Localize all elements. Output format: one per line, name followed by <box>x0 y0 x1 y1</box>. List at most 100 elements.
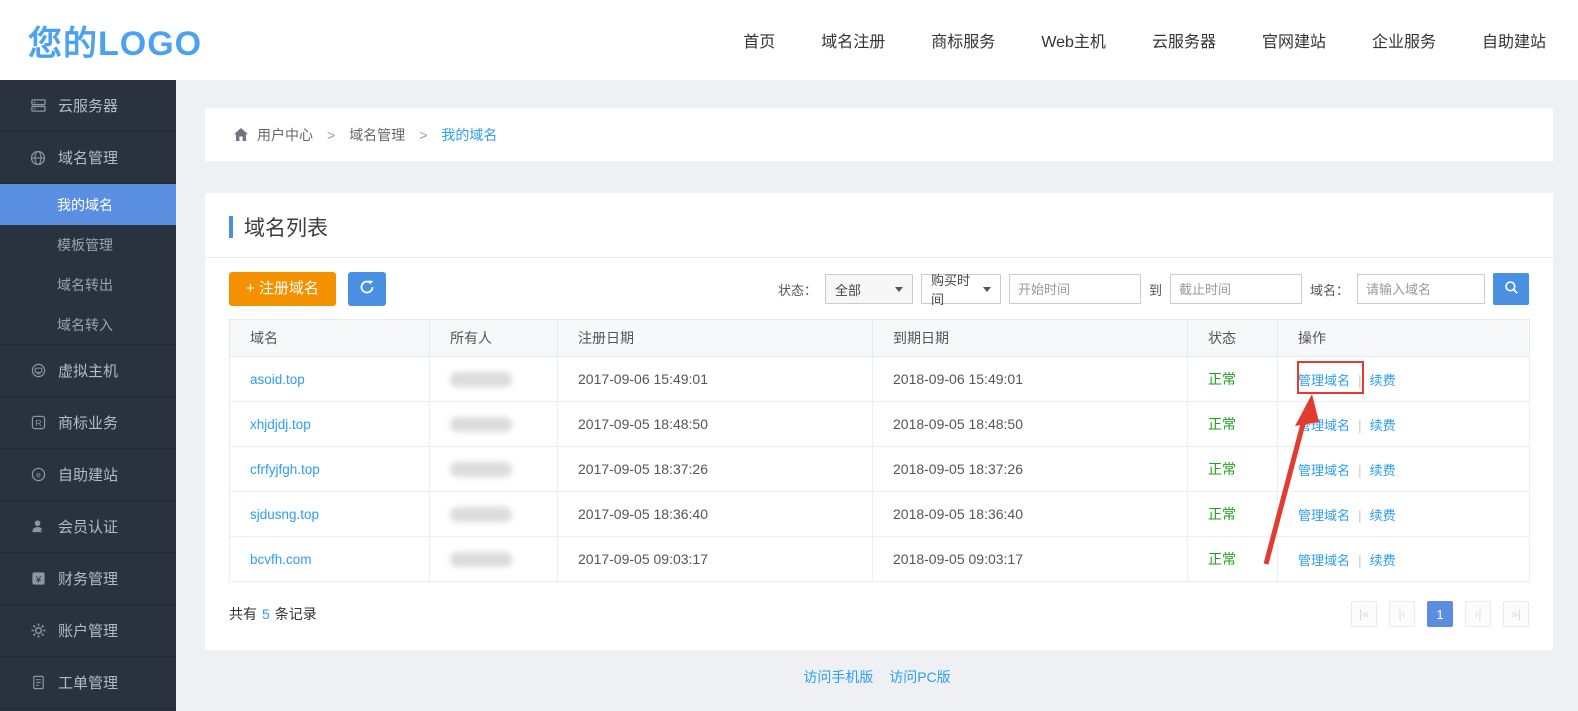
owner-redacted <box>450 507 512 522</box>
owner-redacted <box>450 417 512 432</box>
manage-domain-link[interactable]: 管理域名 <box>1298 418 1350 433</box>
card-title-row: 域名列表 <box>205 193 1553 258</box>
manage-domain-link[interactable]: 管理域名 <box>1298 373 1350 388</box>
pc-version-link[interactable]: 访问PC版 <box>889 669 950 685</box>
sidebar-item-virtual-host[interactable]: 虚拟主机 <box>0 345 176 397</box>
status-select[interactable]: 全部 <box>825 274 913 304</box>
col-header-actions: 操作 <box>1278 320 1530 357</box>
record-count: 5 <box>262 606 270 622</box>
person-check-icon <box>30 519 46 535</box>
search-button[interactable] <box>1493 273 1529 305</box>
nav-item-cloud-server[interactable]: 云服务器 <box>1152 28 1216 52</box>
sidebar-item-domain-management[interactable]: 域名管理 <box>0 132 176 184</box>
pagination: |« |‹ 1 ›| »| <box>1351 601 1529 627</box>
renew-link[interactable]: 续费 <box>1370 418 1396 433</box>
page-number-button[interactable]: 1 <box>1427 601 1453 627</box>
toolbar-left: + 注册域名 <box>229 272 386 306</box>
sidebar-item-member-auth[interactable]: 会员认证 <box>0 501 176 553</box>
host-icon <box>30 363 46 379</box>
svg-text:e: e <box>36 470 41 480</box>
domain-link[interactable]: cfrfyjfgh.top <box>250 462 320 477</box>
status-badge: 正常 <box>1208 461 1236 477</box>
manage-domain-link[interactable]: 管理域名 <box>1298 463 1350 478</box>
domain-link[interactable]: bcvfh.com <box>250 552 312 567</box>
sidebar-item-label: 虚拟主机 <box>58 360 118 381</box>
nav-item-home[interactable]: 首页 <box>743 28 775 52</box>
renew-link[interactable]: 续费 <box>1370 463 1396 478</box>
sidebar-item-cloud-server[interactable]: 云服务器 <box>0 80 176 132</box>
manage-domain-link[interactable]: 管理域名 <box>1298 553 1350 568</box>
register-date: 2017-09-05 18:37:26 <box>558 447 873 492</box>
time-type-select[interactable]: 购买时间 <box>921 274 1001 304</box>
home-icon <box>233 127 249 142</box>
table-row: xhjdjdj.top 2017-09-05 18:48:50 2018-09-… <box>230 402 1530 447</box>
sidebar-item-trademark[interactable]: R 商标业务 <box>0 397 176 449</box>
svg-text:¥: ¥ <box>34 574 41 584</box>
next-page-button[interactable]: ›| <box>1465 601 1491 627</box>
nav-item-domain-register[interactable]: 域名注册 <box>821 28 885 52</box>
expire-date: 2018-09-05 09:03:17 <box>873 537 1188 582</box>
renew-link[interactable]: 续费 <box>1370 508 1396 523</box>
breadcrumb-my-domains[interactable]: 我的域名 <box>441 125 497 145</box>
page-title: 域名列表 <box>244 212 328 242</box>
col-header-owner: 所有人 <box>430 320 558 357</box>
sidebar: 云服务器 域名管理 我的域名 模板管理 域名转出 域名转入 虚拟主机 R 商标业… <box>0 80 176 711</box>
nav-item-web-hosting[interactable]: Web主机 <box>1041 28 1106 52</box>
sidebar-item-finance[interactable]: ¥ 财务管理 <box>0 553 176 605</box>
mobile-version-link[interactable]: 访问手机版 <box>803 669 873 685</box>
sidebar-subitem-domain-transfer-in[interactable]: 域名转入 <box>0 305 176 345</box>
col-header-register-date: 注册日期 <box>558 320 873 357</box>
svg-text:R: R <box>35 418 41 428</box>
nav-item-self-sitebuilder[interactable]: 自助建站 <box>1482 28 1546 52</box>
sidebar-item-account[interactable]: 账户管理 <box>0 605 176 657</box>
domain-link[interactable]: sjdusng.top <box>250 507 319 522</box>
domain-link[interactable]: xhjdjdj.top <box>250 417 311 432</box>
end-time-input[interactable] <box>1170 274 1302 304</box>
search-icon <box>1504 280 1519 298</box>
first-page-button[interactable]: |« <box>1351 601 1377 627</box>
renew-link[interactable]: 续费 <box>1370 373 1396 388</box>
col-header-status: 状态 <box>1188 320 1278 357</box>
renew-link[interactable]: 续费 <box>1370 553 1396 568</box>
sidebar-subitem-label: 我的域名 <box>57 195 113 215</box>
table-row: sjdusng.top 2017-09-05 18:36:40 2018-09-… <box>230 492 1530 537</box>
sidebar-subitem-my-domains[interactable]: 我的域名 <box>0 184 176 225</box>
owner-redacted <box>450 372 512 387</box>
breadcrumb-domain-management[interactable]: 域名管理 <box>349 125 405 145</box>
title-accent-bar <box>229 216 233 238</box>
status-badge: 正常 <box>1208 416 1236 432</box>
nav-item-enterprise-service[interactable]: 企业服务 <box>1372 28 1436 52</box>
chevron-down-icon <box>895 287 903 292</box>
status-select-value: 全部 <box>835 280 861 299</box>
nav-item-website-building[interactable]: 官网建站 <box>1262 28 1326 52</box>
sidebar-subitem-domain-transfer-out[interactable]: 域名转出 <box>0 265 176 305</box>
prev-page-button[interactable]: |‹ <box>1389 601 1415 627</box>
manage-domain-link[interactable]: 管理域名 <box>1298 508 1350 523</box>
to-label: 到 <box>1149 280 1162 299</box>
sidebar-item-label: 云服务器 <box>58 95 118 116</box>
filter-bar: 状态： 全部 购买时间 到 域名： <box>778 273 1529 305</box>
last-page-button[interactable]: »| <box>1503 601 1529 627</box>
status-filter-label: 状态： <box>778 280 817 299</box>
col-header-expire-date: 到期日期 <box>873 320 1188 357</box>
domain-link[interactable]: asoid.top <box>250 372 305 387</box>
time-type-select-value: 购买时间 <box>931 270 977 308</box>
domain-search-input[interactable] <box>1357 274 1485 304</box>
start-time-input[interactable] <box>1009 274 1141 304</box>
expire-date: 2018-09-05 18:37:26 <box>873 447 1188 492</box>
sidebar-item-sitebuilder[interactable]: e 自助建站 <box>0 449 176 501</box>
sidebar-item-work-order[interactable]: 工单管理 <box>0 657 176 709</box>
top-nav: 首页 域名注册 商标服务 Web主机 云服务器 官网建站 企业服务 自助建站 <box>743 28 1546 52</box>
site-logo: 您的LOGO <box>28 16 202 65</box>
sidebar-subitem-template-management[interactable]: 模板管理 <box>0 225 176 265</box>
refresh-button[interactable] <box>348 272 386 306</box>
register-domain-button[interactable]: + 注册域名 <box>229 272 336 306</box>
breadcrumb-separator: > <box>327 127 335 143</box>
globe-icon <box>30 150 46 166</box>
status-badge: 正常 <box>1208 551 1236 567</box>
sidebar-subitem-label: 域名转入 <box>57 315 113 335</box>
action-separator: | <box>1358 372 1362 388</box>
nav-item-trademark-service[interactable]: 商标服务 <box>931 28 995 52</box>
table-row: asoid.top 2017-09-06 15:49:01 2018-09-06… <box>230 357 1530 402</box>
breadcrumb-user-center[interactable]: 用户中心 <box>257 125 313 145</box>
